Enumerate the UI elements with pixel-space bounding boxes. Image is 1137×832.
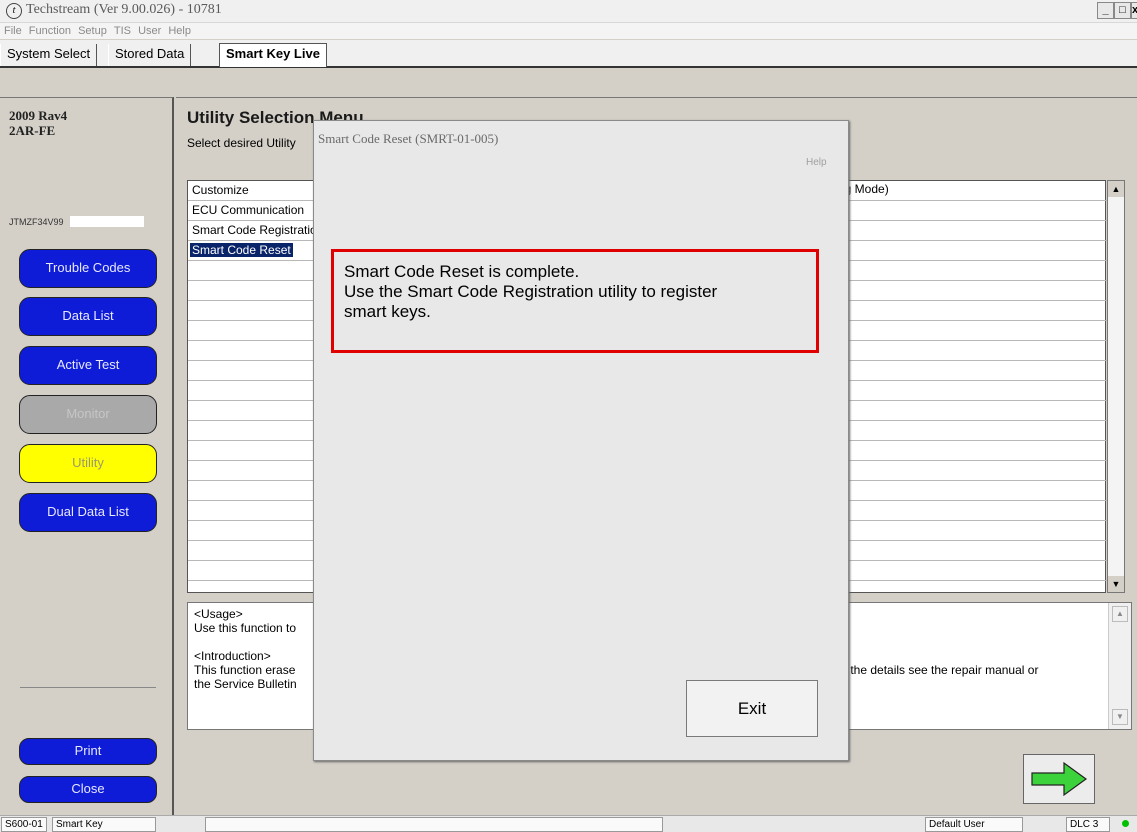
techstream-logo-icon: t	[6, 3, 22, 19]
intro-text-2: the Service Bulletin	[194, 677, 297, 691]
next-button[interactable]	[1023, 754, 1095, 804]
vehicle-engine: 2AR-FE	[9, 123, 56, 138]
dialog-help-link[interactable]: Help	[806, 157, 827, 168]
menu-tis[interactable]: TIS	[114, 23, 131, 39]
menu-file[interactable]: File	[4, 23, 22, 39]
smart-code-reset-dialog: Smart Code Reset (SMRT-01-005) Help Smar…	[313, 120, 849, 761]
list-row-label: Smart Code Reset	[190, 243, 293, 257]
list-row-label: ECU Communication	[192, 203, 305, 217]
scroll-up-icon[interactable]: ▲	[1108, 181, 1124, 197]
scroll-down-icon[interactable]: ▼	[1112, 709, 1128, 725]
page-subtitle: Select desired Utility	[187, 136, 296, 150]
tab-bar: System Select Stored Data Smart Key Live	[0, 40, 1137, 68]
trouble-codes-button[interactable]: Trouble Codes	[19, 249, 157, 288]
dialog-title: Smart Code Reset (SMRT-01-005)	[318, 131, 499, 146]
data-list-button[interactable]: Data List	[19, 297, 157, 336]
utility-button[interactable]: Utility	[19, 444, 157, 483]
list-row-label: Smart Code Registration	[192, 223, 324, 237]
status-screen-id: S600-01	[1, 817, 47, 832]
menu-setup[interactable]: Setup	[78, 23, 107, 39]
active-test-button[interactable]: Active Test	[19, 346, 157, 385]
divider	[20, 687, 156, 688]
message-line-1: Smart Code Reset is complete.	[344, 262, 580, 281]
vehicle-model: 2009 Rav4	[9, 108, 68, 123]
description-scrollbar[interactable]: ▲ ▼	[1108, 603, 1131, 729]
left-panel: 2009 Rav4 2AR-FE JTMZF34V99 Trouble Code…	[0, 97, 174, 815]
window-title: Techstream (Ver 9.00.026) - 10781	[26, 2, 222, 17]
vin-redaction	[70, 216, 144, 227]
intro-text-tail: r the details see the repair manual or	[843, 663, 1039, 677]
menu-function[interactable]: Function	[29, 23, 71, 39]
status-bar: S600-01 Smart Key Default User DLC 3	[0, 815, 1137, 832]
menu-bar: File Function Setup TIS User Help	[0, 23, 1137, 39]
title-bar: t Techstream (Ver 9.00.026) - 10781 _ □ …	[0, 0, 1137, 23]
scroll-up-icon[interactable]: ▲	[1112, 606, 1128, 622]
usage-heading: <Usage>	[194, 607, 243, 621]
tab-system-select[interactable]: System Select	[0, 44, 98, 66]
menu-help[interactable]: Help	[168, 23, 191, 39]
vehicle-vin: JTMZF34V99	[9, 217, 64, 227]
list-scrollbar[interactable]: ▲ ▼	[1107, 180, 1125, 593]
right-arrow-icon	[1031, 761, 1088, 797]
completion-message: Smart Code Reset is complete. Use the Sm…	[331, 249, 819, 353]
intro-heading: <Introduction>	[194, 649, 271, 663]
message-line-2: Use the Smart Code Registration utility …	[344, 282, 718, 301]
status-dlc: DLC 3	[1066, 817, 1110, 832]
tab-stored-data[interactable]: Stored Data	[108, 44, 192, 66]
menu-user[interactable]: User	[138, 23, 161, 39]
dual-data-list-button[interactable]: Dual Data List	[19, 493, 157, 532]
list-row-label: Customize	[192, 183, 249, 197]
monitor-button: Monitor	[19, 395, 157, 434]
usage-text: Use this function to	[194, 621, 297, 635]
minimize-button[interactable]: _	[1097, 2, 1114, 19]
status-user: Default User	[925, 817, 1023, 832]
connection-status-icon	[1122, 820, 1129, 827]
scroll-down-icon[interactable]: ▼	[1108, 576, 1124, 592]
close-window-button[interactable]: x	[1131, 2, 1137, 19]
print-button[interactable]: Print	[19, 738, 157, 765]
intro-text: This function erase	[194, 663, 296, 677]
maximize-button[interactable]: □	[1114, 2, 1131, 19]
exit-button[interactable]: Exit	[686, 680, 818, 737]
tab-smart-key-live[interactable]: Smart Key Live	[219, 43, 327, 67]
status-message	[205, 817, 663, 832]
message-line-3: smart keys.	[344, 302, 431, 321]
status-system: Smart Key	[52, 817, 156, 832]
close-button[interactable]: Close	[19, 776, 157, 803]
